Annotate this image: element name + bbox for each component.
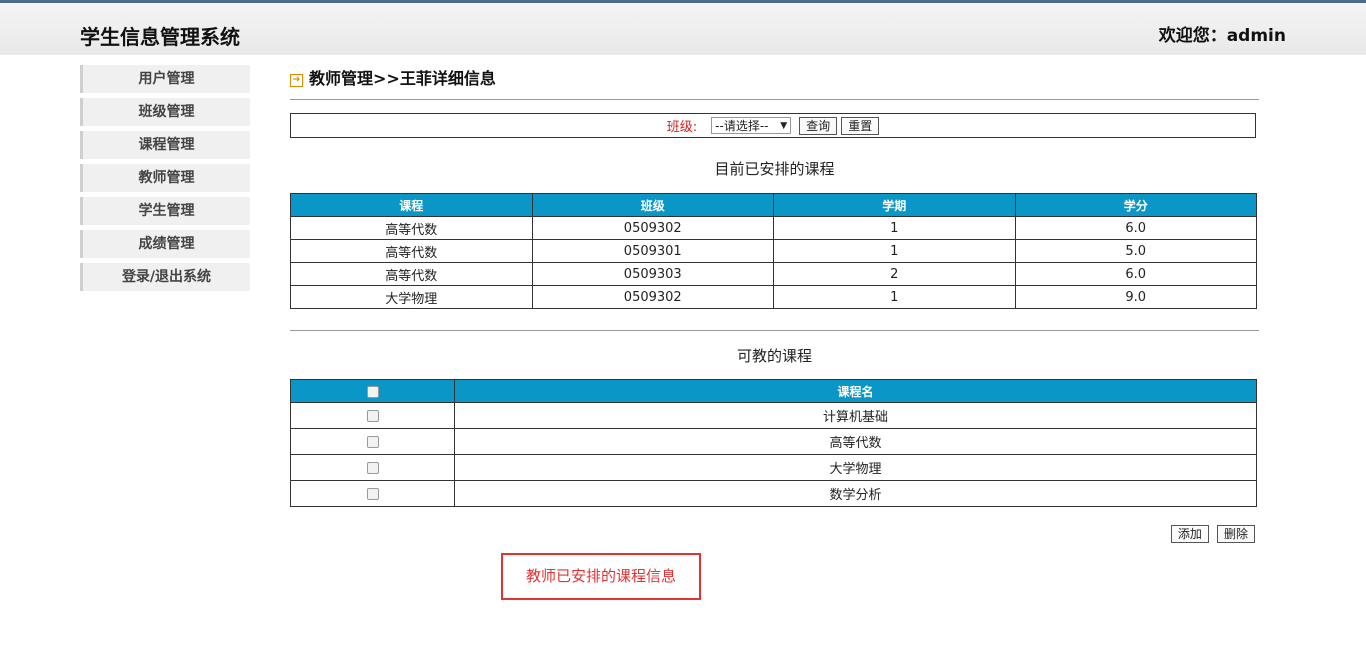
cell-term: 1 [773,216,1016,240]
table-row: 高等代数 0509303 2 6.0 [290,262,1257,286]
sidebar-item-login-logout[interactable]: 登录/退出系统 [80,263,250,291]
table-row: 高等代数 0509301 1 5.0 [290,239,1257,263]
table-row: 大学物理 [290,454,1257,481]
class-filter-label: 班级: [666,120,698,135]
row-checkbox[interactable] [366,461,379,474]
col-class: 班级 [531,193,774,217]
cell-course-name: 计算机基础 [454,402,1257,429]
cell-class: 0509303 [531,262,774,286]
class-select-value: --请选择-- [715,119,769,133]
cell-term: 1 [773,285,1016,309]
action-bar: 添加 删除 [290,523,1259,543]
sidebar-item-classes[interactable]: 班级管理 [80,98,250,126]
table-row: 高等代数 [290,428,1257,455]
table-header-row: 课程名 [290,379,1257,403]
col-course: 课程 [290,193,533,217]
checkbox-cell [290,402,455,429]
sidebar-item-users[interactable]: 用户管理 [80,65,250,93]
checkbox-cell [290,454,455,481]
cell-course: 高等代数 [290,239,533,263]
table-row: 大学物理 0509302 1 9.0 [290,285,1257,309]
sidebar-item-courses[interactable]: 课程管理 [80,131,250,159]
cell-class: 0509301 [531,239,774,263]
section-divider [290,330,1259,331]
breadcrumb: 教师管理>>王菲详细信息 [309,69,496,88]
table-row: 计算机基础 [290,402,1257,429]
cell-term: 1 [773,239,1016,263]
select-all-checkbox[interactable] [366,385,379,398]
arrow-right-icon: ➔ [290,74,303,87]
scheduled-courses-title: 目前已安排的课程 [714,160,835,178]
cell-class: 0509302 [531,216,774,240]
cell-credit: 5.0 [1014,239,1257,263]
cell-term: 2 [773,262,1016,286]
row-checkbox[interactable] [366,409,379,422]
header: 学生信息管理系统 欢迎您：admin [0,3,1366,55]
scheduled-courses-table: 课程 班级 学期 学分 高等代数 0509302 1 6.0 高等代数 0509… [290,193,1257,309]
cell-course-name: 数学分析 [454,480,1257,507]
sidebar-item-grades[interactable]: 成绩管理 [80,230,250,258]
col-course-name: 课程名 [454,379,1257,403]
welcome-text: 欢迎您：admin [1158,26,1286,46]
checkbox-cell [290,428,455,455]
cell-class: 0509302 [531,285,774,309]
row-checkbox[interactable] [366,487,379,500]
main-content: ➔ 教师管理>>王菲详细信息 班级: --请选择-- ▼ 查询 重置 目前已安排的… [290,65,1259,543]
table-header-row: 课程 班级 学期 学分 [290,193,1257,217]
delete-button[interactable]: 删除 [1216,525,1255,543]
page-title: ➔ 教师管理>>王菲详细信息 [290,65,1259,100]
checkbox-cell [290,480,455,507]
filter-bar: 班级: --请选择-- ▼ 查询 重置 [290,113,1256,138]
col-credit: 学分 [1014,193,1257,217]
cell-credit: 6.0 [1014,262,1257,286]
teachable-courses-title: 可教的课程 [736,347,812,365]
cell-course: 高等代数 [290,262,533,286]
teachable-courses-table: 课程名 计算机基础 高等代数 大学物理 数学分析 [290,379,1257,507]
col-term: 学期 [773,193,1016,217]
select-all-cell [290,379,455,403]
cell-credit: 6.0 [1014,216,1257,240]
table-row: 数学分析 [290,480,1257,507]
dropdown-arrow-icon: ▼ [780,121,788,131]
cell-credit: 9.0 [1014,285,1257,309]
sidebar-item-teachers[interactable]: 教师管理 [80,164,250,192]
table-row: 高等代数 0509302 1 6.0 [290,216,1257,240]
cell-course: 大学物理 [290,285,533,309]
row-checkbox[interactable] [366,435,379,448]
app-title: 学生信息管理系统 [80,25,240,49]
annotation-box: 教师已安排的课程信息 [501,553,701,600]
sidebar-item-students[interactable]: 学生管理 [80,197,250,225]
cell-course: 高等代数 [290,216,533,240]
cell-course-name: 高等代数 [454,428,1257,455]
cell-course-name: 大学物理 [454,454,1257,481]
sidebar: 用户管理 班级管理 课程管理 教师管理 学生管理 成绩管理 登录/退出系统 [80,65,250,296]
add-button[interactable]: 添加 [1170,525,1209,543]
query-button[interactable]: 查询 [799,116,838,135]
class-select[interactable]: --请选择-- ▼ [711,117,792,134]
reset-button[interactable]: 重置 [841,116,880,135]
